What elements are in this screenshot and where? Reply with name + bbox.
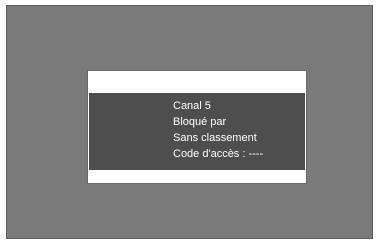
dialog-footer-bar	[89, 171, 305, 182]
blocked-by-label: Bloqué par	[173, 116, 227, 128]
message-lines: Canal 5 Bloqué par Sans classement Code …	[173, 98, 263, 162]
channel-label: Canal 5	[173, 100, 211, 112]
dialog-body: Canal 5 Bloqué par Sans classement Code …	[89, 93, 305, 170]
dialog-title-bar	[89, 72, 305, 92]
access-code-field[interactable]: Code d'accès : ----	[173, 146, 263, 162]
tv-screen: Canal 5 Bloqué par Sans classement Code …	[6, 5, 373, 239]
rating-label: Sans classement	[173, 132, 257, 144]
parental-lock-dialog: Canal 5 Bloqué par Sans classement Code …	[87, 70, 307, 184]
